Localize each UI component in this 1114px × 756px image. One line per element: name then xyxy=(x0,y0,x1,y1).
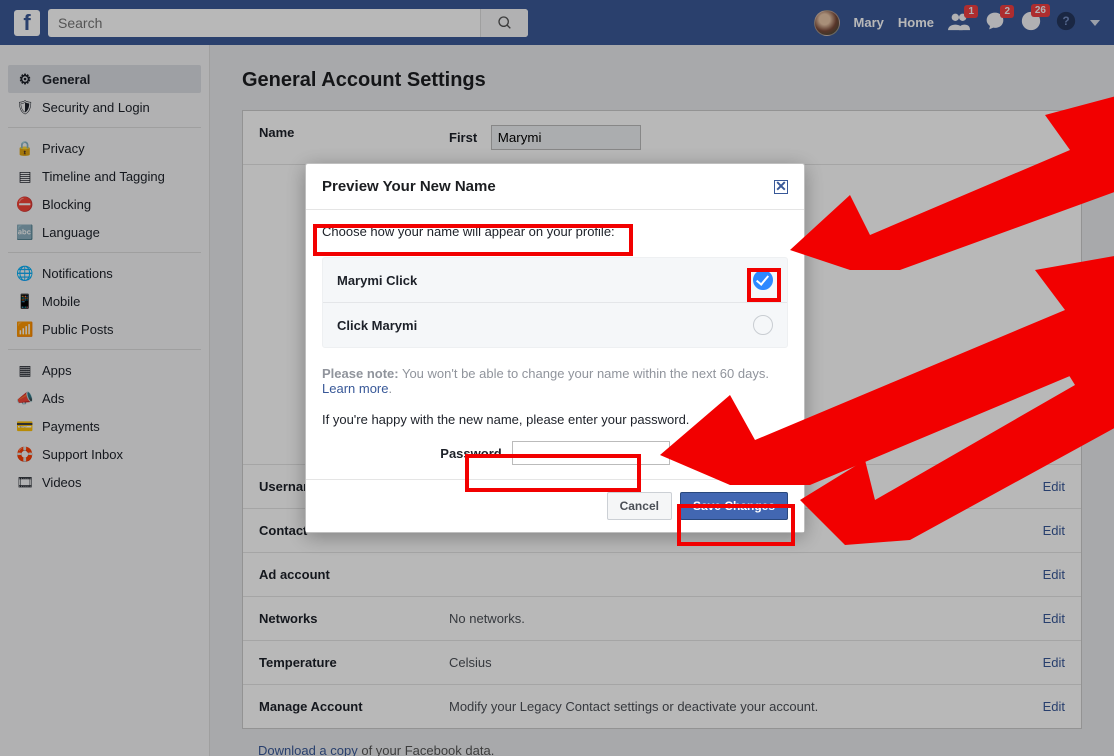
dialog-title: Preview Your New Name xyxy=(322,178,496,195)
preview-name-dialog: Preview Your New Name ✕ Choose how your … xyxy=(305,163,805,533)
cancel-button[interactable]: Cancel xyxy=(607,492,672,520)
close-icon[interactable]: ✕ xyxy=(774,180,788,194)
option-label: Click Marymi xyxy=(337,318,417,333)
name-option-1[interactable]: Marymi Click xyxy=(323,258,787,302)
option-label: Marymi Click xyxy=(337,273,417,288)
name-options: Marymi Click Click Marymi xyxy=(322,257,788,348)
save-changes-button[interactable]: Save Changes xyxy=(680,492,788,520)
name-option-2[interactable]: Click Marymi xyxy=(323,302,787,347)
radio-checked-icon[interactable] xyxy=(753,270,773,290)
radio-unchecked-icon[interactable] xyxy=(753,315,773,335)
learn-more-link[interactable]: Learn more xyxy=(322,381,388,396)
choose-appearance-text: Choose how your name will appear on your… xyxy=(322,224,788,239)
please-note-text: Please note: You won't be able to change… xyxy=(322,366,788,396)
password-input[interactable] xyxy=(512,441,670,465)
confirm-instruction-text: If you're happy with the new name, pleas… xyxy=(322,412,788,427)
password-label: Password xyxy=(440,446,501,461)
